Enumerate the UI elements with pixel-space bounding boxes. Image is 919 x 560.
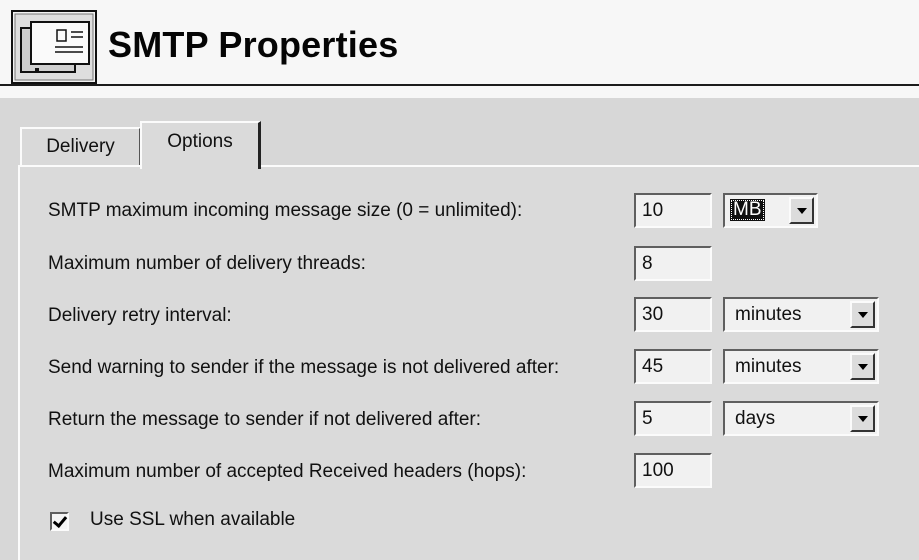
chevron-down-icon[interactable] [850, 353, 875, 380]
header-divider [0, 84, 919, 86]
warning-after-label: Send warning to sender if the message is… [48, 357, 560, 378]
return-after-unit-value: days [735, 408, 776, 429]
retry-interval-input[interactable] [634, 297, 712, 332]
return-after-unit-select[interactable]: days [723, 401, 879, 436]
warning-after-input[interactable] [634, 349, 712, 384]
warning-after-unit-value: minutes [735, 356, 802, 377]
retry-interval-unit-value: minutes [735, 304, 802, 325]
max-message-size-label: SMTP maximum incoming message size (0 = … [48, 200, 523, 221]
warning-after-unit-select[interactable]: minutes [723, 349, 879, 384]
chevron-down-icon[interactable] [850, 301, 875, 328]
message-size-unit-select[interactable]: MB [723, 193, 818, 228]
retry-interval-label: Delivery retry interval: [48, 305, 232, 326]
use-ssl-label: Use SSL when available [90, 509, 296, 530]
max-received-headers-input[interactable] [634, 453, 712, 488]
mail-server-icon [11, 10, 97, 84]
tab-delivery[interactable]: Delivery [20, 127, 141, 165]
max-message-size-input[interactable] [634, 193, 712, 228]
max-received-headers-label: Maximum number of accepted Received head… [48, 461, 527, 482]
retry-interval-unit-select[interactable]: minutes [723, 297, 879, 332]
delivery-threads-label: Maximum number of delivery threads: [48, 253, 366, 274]
delivery-threads-input[interactable] [634, 246, 712, 281]
tab-options[interactable]: Options [140, 121, 261, 169]
chevron-down-icon[interactable] [789, 197, 814, 224]
chevron-down-icon[interactable] [850, 405, 875, 432]
return-after-input[interactable] [634, 401, 712, 436]
message-size-unit-value: MB [730, 199, 765, 221]
page-title: SMTP Properties [108, 24, 399, 65]
use-ssl-checkbox[interactable] [50, 512, 69, 531]
return-after-label: Return the message to sender if not deli… [48, 409, 482, 430]
